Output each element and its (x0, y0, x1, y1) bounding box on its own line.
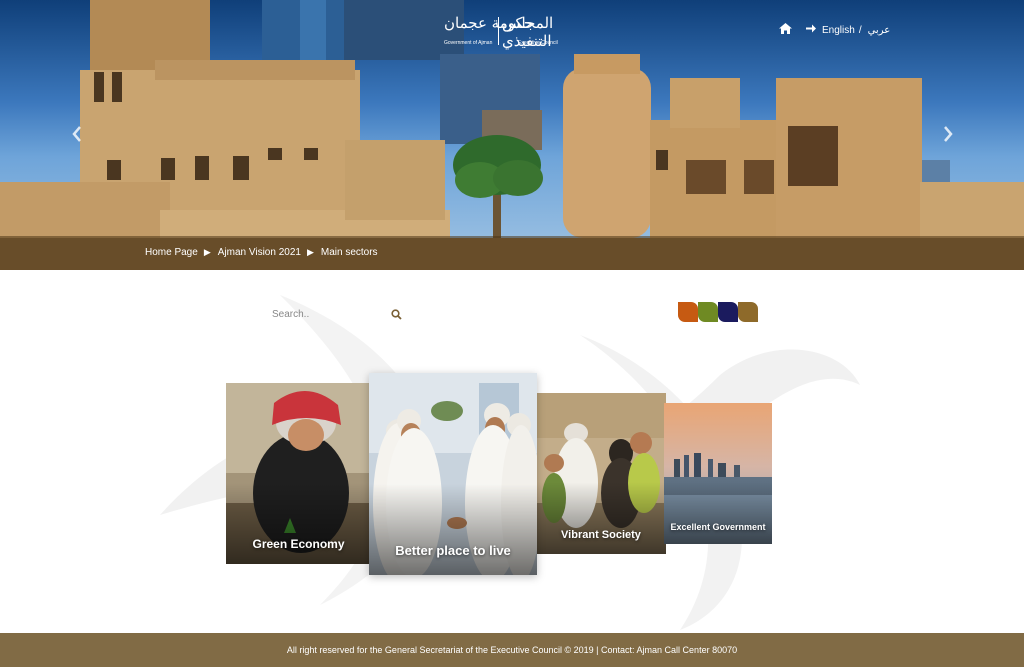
search-icon[interactable] (391, 307, 402, 325)
sector-label: Excellent Government (670, 522, 766, 532)
language-english-link[interactable]: English (822, 25, 855, 36)
footer-text: All right reserved for the General Secre… (286, 645, 738, 655)
language-separator: / (858, 24, 862, 36)
breadcrumb-current: Main sectors (320, 247, 378, 258)
swatch-green[interactable] (698, 302, 718, 322)
sector-label: Better place to live (395, 543, 511, 558)
sector-card-vibrant-society[interactable]: Vibrant Society (536, 393, 666, 554)
sector-label: Green Economy (252, 537, 345, 551)
search-box (272, 304, 406, 325)
swatch-navy[interactable] (718, 302, 738, 322)
swatch-orange[interactable] (678, 302, 698, 322)
sector-card-green-economy[interactable]: Green Economy (226, 383, 371, 564)
theme-color-swatches (678, 302, 758, 322)
breadcrumb-home[interactable]: Home Page (145, 247, 198, 258)
logo-english-council: Executive Council (518, 40, 558, 46)
card-shade (369, 484, 537, 575)
card-shade (536, 481, 666, 554)
sector-label: Vibrant Society (561, 529, 641, 541)
logo[interactable]: حكومة عجمان Government of Ajman المجلس ا… (444, 14, 584, 50)
breadcrumb: Home Page ▶ Ajman Vision 2021 ▶ Main sec… (145, 247, 378, 258)
card-shade (664, 480, 772, 544)
slider-next-arrow-icon[interactable] (941, 124, 955, 144)
footer: All right reserved for the General Secre… (0, 633, 1024, 667)
language-arabic-link[interactable]: عربي (868, 25, 891, 36)
arrow-right-icon (806, 24, 816, 36)
swatch-brown[interactable] (738, 302, 758, 322)
search-input[interactable] (272, 305, 382, 324)
slider-prev-arrow-icon[interactable] (70, 124, 84, 144)
home-icon[interactable] (779, 23, 792, 37)
card-shade (226, 482, 371, 564)
logo-divider (498, 17, 499, 45)
logo-english-government: Government of Ajman (444, 40, 493, 46)
breadcrumb-vision[interactable]: Ajman Vision 2021 (218, 247, 301, 258)
breadcrumb-separator: ▶ (203, 247, 211, 257)
hero-banner: حكومة عجمان Government of Ajman المجلس ا… (0, 0, 1024, 270)
sector-card-excellent-government[interactable]: Excellent Government (664, 403, 772, 544)
page: حكومة عجمان Government of Ajman المجلس ا… (0, 0, 1024, 667)
top-nav: English / عربي (779, 23, 890, 37)
breadcrumb-separator: ▶ (306, 247, 314, 257)
sector-card-better-place-to-live[interactable]: Better place to live (369, 373, 537, 575)
